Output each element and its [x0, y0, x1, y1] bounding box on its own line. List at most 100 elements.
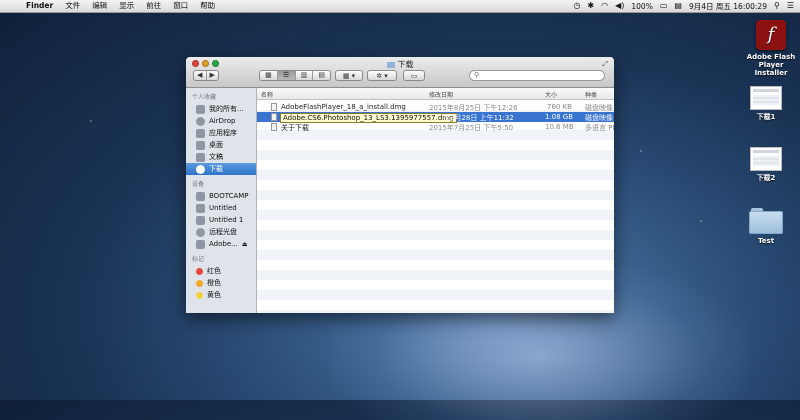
menu-finder[interactable]: Finder	[20, 0, 59, 12]
pdf-file-icon	[271, 123, 277, 131]
documents-icon	[196, 152, 205, 162]
desktop-icon-screenshot-1[interactable]: 下载1	[739, 86, 793, 121]
view-icons-button[interactable]: ▦	[260, 71, 278, 80]
menu-clock[interactable]: 9月4日 周五 16:00:29	[689, 1, 767, 12]
folder-icon	[749, 208, 783, 234]
screenshot-thumbnail-icon	[750, 147, 782, 171]
file-date: 2015年7月25日 下午5:50	[429, 124, 514, 132]
desktop-icon-label: Adobe Flash Player Installer	[746, 53, 796, 77]
dmg-file-icon	[271, 103, 277, 111]
flash-icon: f	[756, 20, 786, 50]
sidebar-item-tag-red[interactable]: 红色	[186, 265, 256, 277]
tag-yellow-dot-icon	[196, 291, 203, 299]
sidebar-item-all-my-files[interactable]: 我的所有...	[186, 103, 256, 115]
eject-icon[interactable]: ⏏	[242, 241, 248, 248]
action-gear-button[interactable]: ✲ ▾	[367, 70, 397, 81]
file-size: 10.6 MB	[545, 123, 574, 131]
battery-icon[interactable]: ▭	[660, 0, 668, 12]
battery-percent[interactable]: 100%	[631, 2, 652, 11]
column-name-header[interactable]: 名称	[261, 90, 273, 99]
file-list: 名称 修改日期 大小 种类 AdobeFlashPlayer_18_a_inst…	[257, 88, 614, 313]
tag-red-dot-icon	[196, 267, 203, 275]
desktop-icon-flash-installer[interactable]: f Adobe Flash Player Installer	[744, 20, 798, 77]
file-row[interactable]: AdobeFlashPlayer_18_a_install.dmg 2015年8…	[257, 102, 614, 112]
column-size-header[interactable]: 大小	[545, 90, 557, 99]
window-titlebar[interactable]: 下载 ⤢ ◀ ▶ ▦ ☰ ▥ ▤ ▦ ▾ ✲ ▾ ▭ ⚲	[186, 57, 614, 88]
column-date-header[interactable]: 修改日期	[429, 90, 453, 99]
menu-bar: Finder 文件 编辑 显示 前往 窗口 帮助 ◷ ✱ ◠ ◀) 100% ▭…	[0, 0, 800, 13]
desktop-icon-label: Test	[757, 237, 775, 245]
sidebar-item-airdrop[interactable]: AirDrop	[186, 115, 256, 127]
file-rows: AdobeFlashPlayer_18_a_install.dmg 2015年8…	[257, 100, 614, 313]
file-kind: 多语言 PD	[585, 124, 614, 132]
view-mode-control: ▦ ☰ ▥ ▤	[259, 70, 331, 81]
back-forward-control: ◀ ▶	[193, 70, 219, 81]
sidebar-section-devices: 设备	[192, 181, 205, 188]
sidebar-item-untitled-1[interactable]: Untitled 1	[186, 214, 256, 226]
view-columns-button[interactable]: ▥	[296, 71, 314, 80]
desktop-icon-label: 下载1	[756, 113, 776, 121]
back-button[interactable]: ◀	[194, 71, 207, 80]
file-row[interactable]: 关于下载 2015年7月25日 下午5:50 10.6 MB 多语言 PD	[257, 122, 614, 132]
menu-edit[interactable]: 编辑	[86, 0, 113, 12]
file-size: 1.08 GB	[545, 113, 574, 121]
file-size: 760 KB	[547, 103, 572, 111]
finder-window: 下载 ⤢ ◀ ▶ ▦ ☰ ▥ ▤ ▦ ▾ ✲ ▾ ▭ ⚲ 个人收藏 我的所有..…	[186, 57, 614, 313]
wallpaper-star	[640, 150, 642, 152]
spotlight-icon[interactable]: ⚲	[774, 0, 780, 12]
sidebar-item-desktop[interactable]: 桌面	[186, 139, 256, 151]
screenshot-thumbnail-icon	[750, 86, 782, 110]
desktop-icon-screenshot-2[interactable]: 下载2	[739, 147, 793, 182]
desktop-icon	[196, 140, 205, 150]
menu-file[interactable]: 文件	[59, 0, 86, 12]
search-field[interactable]: ⚲	[469, 70, 605, 81]
sidebar-item-bootcamp[interactable]: BOOTCAMP	[186, 190, 256, 202]
menu-help[interactable]: 帮助	[194, 0, 221, 12]
wallpaper-star	[90, 120, 92, 122]
dmg-file-icon	[271, 113, 277, 121]
arrange-button[interactable]: ▦ ▾	[335, 70, 363, 81]
view-coverflow-button[interactable]: ▤	[313, 71, 330, 80]
wallpaper-star	[700, 220, 702, 222]
search-icon: ⚲	[474, 71, 480, 79]
sidebar: 个人收藏 我的所有... AirDrop 应用程序 桌面 文稿 下载 设备 BO…	[186, 88, 257, 313]
sidebar-item-applications[interactable]: 应用程序	[186, 127, 256, 139]
applications-icon	[196, 128, 205, 138]
menu-go[interactable]: 前往	[140, 0, 167, 12]
folder-icon	[386, 62, 395, 68]
sidebar-item-tag-orange[interactable]: 橙色	[186, 277, 256, 289]
tag-orange-dot-icon	[196, 279, 203, 287]
time-machine-icon[interactable]: ◷	[573, 0, 580, 12]
sidebar-item-untitled[interactable]: Untitled	[186, 202, 256, 214]
view-list-button[interactable]: ☰	[277, 71, 296, 80]
bluetooth-icon[interactable]: ✱	[587, 0, 594, 12]
forward-button[interactable]: ▶	[207, 71, 219, 80]
sidebar-item-downloads[interactable]: 下载	[186, 163, 256, 175]
fullscreen-icon[interactable]: ⤢	[602, 60, 608, 69]
volume-icon[interactable]: ◀)	[615, 0, 624, 12]
input-source-icon[interactable]: ▤	[674, 0, 682, 12]
disk-image-icon	[196, 239, 205, 249]
airdrop-icon	[196, 116, 205, 126]
menu-window[interactable]: 窗口	[167, 0, 194, 12]
sidebar-item-documents[interactable]: 文稿	[186, 151, 256, 163]
sidebar-item-remote-disc[interactable]: 远程光盘	[186, 226, 256, 238]
file-row-selected[interactable]: Adobe.CS6.Photoshop_13_LS3.1395977557.dm…	[257, 112, 614, 123]
notification-center-icon[interactable]: ☰	[787, 0, 794, 12]
menu-view[interactable]: 显示	[113, 0, 140, 12]
disc-icon	[196, 227, 205, 237]
window-title: 下载	[186, 59, 614, 70]
sidebar-section-tags: 标记	[192, 256, 205, 263]
desktop-icon-label: 下载2	[756, 174, 776, 182]
sidebar-item-adobe-volume[interactable]: Adobe... ⏏	[186, 238, 256, 250]
sidebar-item-tag-yellow[interactable]: 黄色	[186, 289, 256, 301]
drive-icon	[196, 215, 205, 225]
wifi-icon[interactable]: ◠	[601, 0, 608, 12]
drive-icon	[196, 191, 205, 201]
desktop-icon-test-folder[interactable]: Test	[739, 208, 793, 245]
share-button[interactable]: ▭	[403, 70, 425, 81]
column-kind-header[interactable]: 种类	[585, 90, 597, 99]
column-header: 名称 修改日期 大小 种类	[257, 88, 614, 100]
file-name: 关于下载	[281, 124, 309, 132]
drive-icon	[196, 203, 205, 213]
